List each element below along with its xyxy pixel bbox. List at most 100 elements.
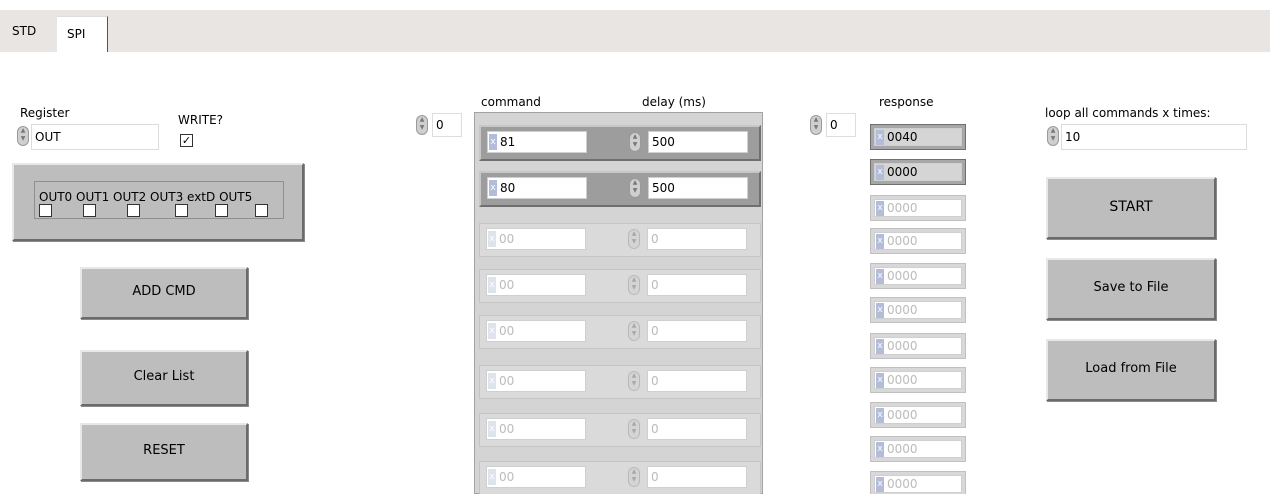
command-field-1[interactable]: x 80 — [487, 177, 587, 199]
delay-spinner-icon-7[interactable]: ▲ ▼ — [628, 467, 640, 487]
hex-radix-icon: x — [876, 408, 884, 423]
delay-spinner-icon-4[interactable]: ▲ ▼ — [628, 321, 640, 341]
response-array-index[interactable]: ▲ ▼ 0 — [808, 112, 856, 138]
hex-radix-icon: x — [876, 269, 884, 284]
response-field-2[interactable]: x 0000 — [874, 199, 962, 217]
response-value-7: 0000 — [887, 373, 918, 387]
command-field-3[interactable]: x 00 — [486, 274, 586, 296]
out0-checkbox[interactable] — [39, 204, 52, 217]
delay-field-5[interactable]: 0 — [647, 370, 747, 392]
response-row-5: x 0000 — [870, 297, 966, 323]
hex-radix-icon: x — [488, 231, 496, 247]
command-row-7: x 00 ▲ ▼ 0 — [479, 461, 761, 494]
delay-field-3[interactable]: 0 — [647, 274, 747, 296]
delay-field-0[interactable]: 500 — [648, 131, 748, 153]
tab-spi[interactable]: SPI — [57, 16, 108, 54]
response-field-7[interactable]: x 0000 — [874, 371, 962, 389]
write-checkbox[interactable]: ✓ — [180, 134, 193, 147]
command-field-5[interactable]: x 00 — [486, 370, 586, 392]
delay-spinner-icon-5[interactable]: ▲ ▼ — [628, 371, 640, 391]
hex-radix-icon: x — [876, 339, 884, 354]
hex-radix-icon: x — [876, 130, 884, 145]
command-field-2[interactable]: x 00 — [486, 228, 586, 250]
hex-radix-icon: x — [488, 469, 496, 485]
response-index-field[interactable]: 0 — [826, 113, 856, 137]
load-from-file-button[interactable]: Load from File — [1046, 339, 1216, 401]
extd-checkbox[interactable] — [215, 204, 228, 217]
register-field[interactable]: OUT — [31, 124, 159, 150]
command-array-index[interactable]: ▲ ▼ 0 — [414, 112, 462, 138]
response-value-2: 0000 — [887, 201, 918, 215]
response-index-spinner-icon[interactable]: ▲ ▼ — [810, 115, 822, 135]
hex-radix-icon: x — [876, 165, 884, 180]
save-to-file-button[interactable]: Save to File — [1046, 258, 1216, 320]
response-row-2: x 0000 — [870, 195, 966, 221]
checkmark-icon: ✓ — [181, 134, 192, 147]
command-field-7[interactable]: x 00 — [486, 466, 586, 488]
response-row-10: x 0000 — [870, 471, 966, 494]
delay-field-7[interactable]: 0 — [647, 466, 747, 488]
response-header: response — [879, 95, 934, 109]
outputs-inner: OUT0 OUT1 OUT2 OUT3 extD OUT5 — [34, 181, 284, 219]
command-field-0[interactable]: x 81 — [487, 131, 587, 153]
add-cmd-button[interactable]: ADD CMD — [80, 267, 248, 319]
response-field-0[interactable]: x 0040 — [874, 128, 962, 146]
command-field-4[interactable]: x 00 — [486, 320, 586, 342]
response-row-7: x 0000 — [870, 367, 966, 393]
response-value-8: 0000 — [887, 408, 918, 422]
response-field-3[interactable]: x 0000 — [874, 232, 962, 250]
command-value-4: 00 — [499, 324, 515, 338]
start-button[interactable]: START — [1046, 177, 1216, 239]
out5-checkbox[interactable] — [255, 204, 268, 217]
delay-spinner-icon-2[interactable]: ▲ ▼ — [628, 229, 640, 249]
out3-checkbox[interactable] — [175, 204, 188, 217]
command-row-4: x 00 ▲ ▼ 0 — [479, 315, 761, 349]
response-value-4: 0000 — [887, 269, 918, 283]
command-value-3: 00 — [499, 278, 515, 292]
command-header: command — [481, 95, 541, 109]
response-value-5: 0000 — [887, 303, 918, 317]
out1-checkbox[interactable] — [83, 204, 96, 217]
hex-radix-icon: x — [876, 477, 884, 492]
delay-field-4[interactable]: 0 — [647, 320, 747, 342]
delay-field-2[interactable]: 0 — [647, 228, 747, 250]
hex-radix-icon: x — [876, 201, 884, 216]
register-spinner-icon[interactable]: ▲ ▼ — [17, 126, 29, 146]
response-row-3: x 0000 — [870, 228, 966, 254]
command-row-2: x 00 ▲ ▼ 0 — [479, 223, 761, 257]
command-index-spinner-icon[interactable]: ▲ ▼ — [416, 115, 428, 135]
delay-spinner-icon-6[interactable]: ▲ ▼ — [628, 419, 640, 439]
tab-std[interactable]: STD — [12, 24, 36, 38]
delay-field-6[interactable]: 0 — [647, 418, 747, 440]
response-field-10[interactable]: x 0000 — [874, 475, 962, 493]
clear-list-button[interactable]: Clear List — [80, 350, 248, 406]
response-value-6: 0000 — [887, 339, 918, 353]
loop-spinner-icon[interactable]: ▲ ▼ — [1047, 126, 1059, 146]
tab-spi-label: SPI — [67, 27, 86, 41]
command-value-0: 81 — [500, 135, 516, 149]
command-row-0: x 81 ▲ ▼ 500 — [479, 125, 761, 161]
delay-spinner-icon-0[interactable]: ▲ ▼ — [629, 132, 641, 152]
reset-button[interactable]: RESET — [80, 423, 248, 481]
command-row-3: x 00 ▲ ▼ 0 — [479, 269, 761, 303]
response-field-6[interactable]: x 0000 — [874, 337, 962, 355]
hex-radix-icon: x — [876, 373, 884, 388]
hex-radix-icon: x — [489, 134, 497, 150]
response-field-8[interactable]: x 0000 — [874, 406, 962, 424]
loop-label: loop all commands x times: — [1045, 106, 1211, 120]
response-field-4[interactable]: x 0000 — [874, 267, 962, 285]
delay-spinner-icon-3[interactable]: ▲ ▼ — [628, 275, 640, 295]
outputs-cluster: OUT0 OUT1 OUT2 OUT3 extD OUT5 — [12, 163, 304, 241]
delay-spinner-icon-1[interactable]: ▲ ▼ — [629, 178, 641, 198]
loop-count-field[interactable]: 10 — [1061, 124, 1247, 150]
response-value-1: 0000 — [887, 165, 918, 179]
command-field-6[interactable]: x 00 — [486, 418, 586, 440]
out2-checkbox[interactable] — [127, 204, 140, 217]
response-field-1[interactable]: x 0000 — [874, 163, 962, 181]
command-index-field[interactable]: 0 — [432, 113, 462, 137]
delay-field-1[interactable]: 500 — [648, 177, 748, 199]
command-value-1: 80 — [500, 181, 516, 195]
response-field-9[interactable]: x 0000 — [874, 440, 962, 458]
delay-header: delay (ms) — [642, 95, 706, 109]
response-field-5[interactable]: x 0000 — [874, 301, 962, 319]
